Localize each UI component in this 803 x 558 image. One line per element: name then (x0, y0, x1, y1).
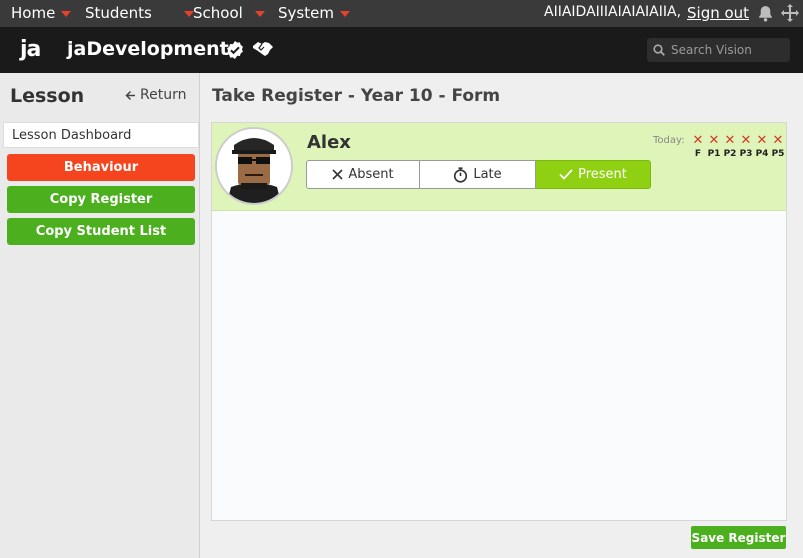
nav-system[interactable]: System (278, 4, 350, 22)
arrow-left-icon (125, 90, 135, 100)
absent-mark: ✕ (740, 133, 752, 148)
present-option[interactable]: Present (536, 160, 651, 189)
period-label: P2 (723, 149, 737, 159)
search-input[interactable] (671, 43, 789, 57)
top-nav: Home Students School System AIIAIDAIIIAI… (0, 0, 803, 27)
period-p5: ✕ P5 (770, 134, 786, 159)
close-icon (332, 169, 343, 180)
today-label: Today: (653, 135, 685, 146)
user-name: AIIAIDAIIIAIAIAIAIIA, (544, 4, 682, 20)
absent-mark: ✕ (708, 133, 720, 148)
behaviour-button[interactable]: Behaviour (7, 154, 195, 181)
period-p1: ✕ P1 (706, 134, 722, 159)
period-label: P4 (755, 149, 769, 159)
period-label: F (694, 149, 702, 159)
absent-mark: ✕ (756, 133, 768, 148)
student-row: Alex Absent Late Present Today: ✕ F ✕ P1 ✕… (212, 123, 786, 211)
chevron-down-icon (254, 11, 265, 17)
period-label: P3 (739, 149, 753, 159)
app-logo[interactable]: ja (20, 37, 41, 62)
save-register-button[interactable]: Save Register (691, 526, 786, 549)
late-option[interactable]: Late (420, 160, 536, 189)
absent-mark: ✕ (772, 133, 784, 148)
verified-badge-icon (226, 41, 244, 63)
absent-option[interactable]: Absent (306, 160, 420, 189)
late-label: Late (473, 167, 502, 182)
period-p2: ✕ P2 (722, 134, 738, 159)
nav-home-label: Home (11, 4, 56, 22)
register-panel: Alex Absent Late Present Today: ✕ F ✕ P1 ✕… (211, 122, 787, 521)
nav-home[interactable]: Home (11, 4, 72, 22)
bell-icon[interactable] (757, 5, 774, 26)
search-icon (653, 44, 665, 56)
lesson-dashboard-link[interactable]: Lesson Dashboard (3, 122, 199, 148)
period-f: ✕ F (690, 134, 706, 159)
nav-system-label: System (278, 4, 334, 22)
student-name: Alex (307, 132, 351, 153)
chevron-down-icon (339, 11, 350, 17)
period-p4: ✕ P4 (754, 134, 770, 159)
avatar (215, 127, 293, 205)
return-label: Return (140, 87, 187, 103)
absent-label: Absent (348, 167, 394, 182)
brand-bar: ja jaDevelopment (0, 27, 803, 73)
sidebar: Lesson Return Lesson Dashboard Behaviour… (0, 73, 200, 558)
nav-school[interactable]: School (193, 4, 265, 22)
nav-students-label: Students (85, 4, 152, 22)
present-label: Present (578, 167, 627, 182)
app-name: jaDevelopment (67, 38, 229, 60)
search-box[interactable] (647, 38, 790, 62)
copy-register-button[interactable]: Copy Register (7, 186, 195, 213)
absent-mark: ✕ (724, 133, 736, 148)
sign-out-link[interactable]: Sign out (687, 4, 749, 22)
period-label: P5 (771, 149, 785, 159)
copy-student-list-button[interactable]: Copy Student List (7, 218, 195, 245)
move-icon[interactable] (781, 4, 799, 26)
chevron-down-icon (61, 11, 72, 17)
period-marks: ✕ F ✕ P1 ✕ P2 ✕ P3 ✕ P4 ✕ P5 (690, 134, 786, 159)
period-label: P1 (707, 149, 721, 159)
attendance-toggle: Absent Late Present (306, 160, 651, 189)
handshake-icon (252, 40, 274, 62)
nav-students[interactable]: Students (85, 4, 194, 22)
sidebar-title: Lesson (10, 85, 85, 107)
period-p3: ✕ P3 (738, 134, 754, 159)
stopwatch-icon (454, 166, 468, 183)
absent-mark: ✕ (692, 133, 704, 148)
check-icon (559, 169, 573, 180)
return-link[interactable]: Return (125, 87, 186, 103)
nav-school-label: School (193, 4, 243, 22)
page-title: Take Register - Year 10 - Form (212, 86, 501, 106)
